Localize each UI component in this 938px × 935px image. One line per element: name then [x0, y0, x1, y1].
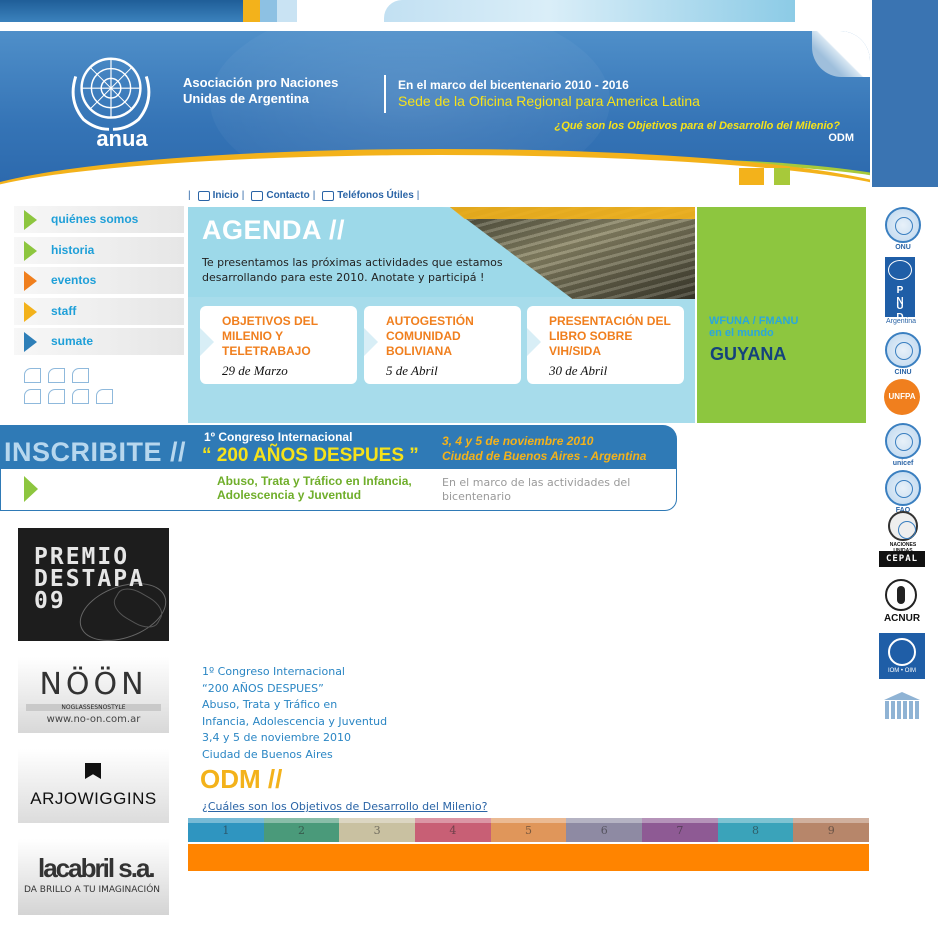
triangle-arrow-icon: [24, 240, 37, 261]
nav-item-staff[interactable]: staff: [14, 297, 184, 325]
triangle-arrow-icon: [24, 476, 38, 502]
acnur-emblem-icon[interactable]: [885, 579, 917, 611]
goal-6-tab[interactable]: 6: [566, 818, 643, 842]
inicio-link[interactable]: Inicio: [213, 190, 239, 201]
onu-logo[interactable]: ONU: [883, 207, 923, 251]
wfuna-title: WFUNA / FMANU: [709, 315, 799, 327]
sponsor-premio-destapa[interactable]: PREMIO DESTAPA 09: [18, 528, 169, 641]
inscribite-label: INSCRIBITE //: [4, 437, 187, 467]
event-card-3[interactable]: PRESENTACIÓN DEL LIBRO SOBRE VIH/SIDA 30…: [527, 306, 684, 384]
congress-title: “ 200 AÑOS DESPUES ”: [202, 445, 419, 466]
wfuna-subtitle: en el mundo: [709, 327, 774, 339]
oim-logo[interactable]: IOM • OIM: [879, 633, 925, 679]
globe-icon: [888, 638, 916, 666]
nav-item-sumate[interactable]: sumate: [14, 328, 184, 355]
logo-wordmark: anua: [96, 126, 148, 151]
un-emblem-icon: [885, 332, 921, 368]
fao-emblem-icon: [885, 470, 921, 506]
congress-dates: 3, 4 y 5 de noviembre 2010: [442, 434, 594, 448]
right-decor-bar: [872, 0, 938, 187]
nav-item-quienes-somos[interactable]: quiénes somos: [14, 206, 184, 233]
odm-question-link[interactable]: ¿Cuáles son los Objetivos de Desarrollo …: [202, 800, 487, 813]
chevron-right-icon: [527, 328, 541, 356]
goal-2-tab[interactable]: 2: [263, 818, 340, 842]
naciones-unidas-logo[interactable]: NACIONES UNIDAS: [883, 511, 923, 554]
congress-topic: Abuso, Trata y Tráfico en Infancia, Adol…: [217, 474, 412, 502]
odm-goals-bar: 1 2 3 4 5 6 7 8 9: [188, 818, 870, 842]
event-card-1[interactable]: OBJETIVOS DEL MILENIO Y TELETRABAJO 29 d…: [200, 306, 357, 384]
sponsor-premio-text: PREMIO DESTAPA 09: [34, 544, 145, 614]
nav-item-historia[interactable]: historia: [14, 236, 184, 264]
org-name-line1: Asociación pro Naciones: [183, 75, 339, 90]
unfpa-logo[interactable]: UNFPA: [884, 379, 920, 415]
cinu-logo[interactable]: CINU: [883, 332, 923, 376]
congress-info-text: 1º Congreso Internacional “200 AÑOS DESP…: [202, 665, 388, 761]
sponsor-noon[interactable]: NÖÖN NOGLASSESNOSTYLE www.no-on.com.ar: [18, 657, 169, 733]
nav-item-eventos[interactable]: eventos: [14, 267, 184, 294]
un-emblem-icon: [888, 511, 918, 541]
phone-icon: [322, 190, 335, 201]
congress-name: 1º Congreso Internacional: [204, 430, 353, 444]
org-name-line2: Unidas de Argentina: [183, 91, 309, 106]
globe-icon: [888, 260, 912, 280]
top-links: | Inicio | Contacto | Teléfonos Útiles |: [188, 190, 420, 201]
wfuna-country: GUYANA: [710, 344, 787, 364]
header-divider: [384, 75, 386, 113]
odm-content-bar: [188, 844, 869, 871]
unesco-logo-icon[interactable]: [881, 692, 923, 722]
partner-logos-column: ONU P N U D Argentina CINU UNFPA unicef …: [870, 187, 938, 729]
odm-title: ODM //: [200, 764, 283, 794]
chevron-right-icon: [200, 328, 214, 356]
goal-4-tab[interactable]: 4: [415, 818, 491, 842]
un-emblem-icon: [885, 207, 921, 243]
sponsor-arjowiggins[interactable]: ARJOWIGGINS: [18, 749, 169, 823]
cepal-logo[interactable]: CEPAL: [879, 551, 925, 567]
arjowiggins-logo-icon: [85, 763, 101, 779]
triangle-arrow-icon: [24, 332, 37, 352]
goal-1-tab[interactable]: 1: [188, 818, 264, 842]
goal-8-tab[interactable]: 8: [717, 818, 794, 842]
pnud-caption: Argentina: [886, 318, 916, 325]
agenda-title: AGENDA //: [202, 215, 346, 245]
agenda-intro: Te presentamos las próximas actividades …: [202, 256, 503, 284]
goal-7-tab[interactable]: 7: [642, 818, 718, 842]
header-subtitle1: En el marco del bicentenario 2010 - 2016: [398, 78, 629, 92]
triangle-arrow-icon: [24, 271, 37, 291]
event-card-2[interactable]: AUTOGESTIÓN COMUNIDAD BOLIVIANA 5 de Abr…: [364, 306, 521, 384]
header-color-blocks: [739, 168, 790, 185]
inscribite-banner[interactable]: INSCRIBITE // 1º Congreso Internacional …: [0, 425, 677, 511]
page-curl-decor: [812, 31, 870, 77]
unicef-logo[interactable]: unicef: [883, 423, 923, 467]
goal-9-tab[interactable]: 9: [793, 818, 870, 842]
wfuna-panel[interactable]: WFUNA / FMANU en el mundo GUYANA: [697, 207, 866, 423]
header-subtitle2: Sede de la Oficina Regional para America…: [398, 93, 700, 109]
congress-note: En el marco de las actividades del bicen…: [442, 476, 631, 503]
odm-question-link[interactable]: ¿Qué son los Objetivos para el Desarroll…: [555, 120, 840, 132]
contacto-link[interactable]: Contacto: [266, 190, 309, 201]
acnur-logo-text: ACNUR: [883, 613, 921, 624]
unicef-emblem-icon: [885, 423, 921, 459]
sponsor-lacabril[interactable]: lacabril s.a. DA BRILLO A TU IMAGINACIÓN: [18, 839, 169, 915]
mail-icon: [251, 190, 264, 201]
top-decor-strip: [0, 0, 795, 22]
goal-3-tab[interactable]: 3: [339, 818, 416, 842]
org-name: Asociación pro Naciones Unidas de Argent…: [183, 75, 373, 107]
site-header: anua Asociación pro Naciones Unidas de A…: [0, 31, 870, 187]
chevron-right-icon: [364, 328, 378, 356]
sidebar-nav: quiénes somos historia eventos staff sum…: [14, 206, 184, 359]
pnud-logo[interactable]: P N U D: [885, 257, 915, 323]
fao-logo[interactable]: FAO: [883, 470, 923, 514]
odm-link[interactable]: ODM: [828, 132, 854, 144]
agenda-panel: AGENDA // Te presentamos las próximas ac…: [188, 207, 695, 423]
home-icon: [197, 190, 210, 201]
congress-place: Ciudad de Buenos Aires - Argentina: [442, 449, 647, 463]
triangle-arrow-icon: [24, 301, 37, 322]
telefonos-link[interactable]: Teléfonos Útiles: [337, 190, 414, 201]
goal-5-tab[interactable]: 5: [490, 818, 567, 842]
triangle-arrow-icon: [24, 210, 37, 230]
